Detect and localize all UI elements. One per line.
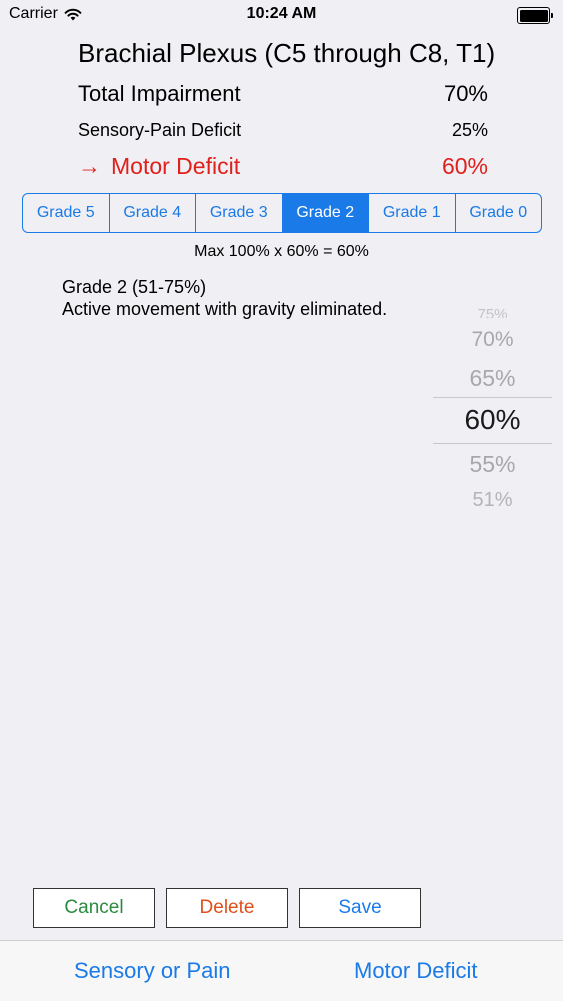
picker-option-selected[interactable]: 60% xyxy=(433,404,552,436)
arrow-right-icon: → xyxy=(78,153,101,179)
sensory-deficit-row: Sensory-Pain Deficit 25% xyxy=(78,120,488,141)
picker-option[interactable]: 65% xyxy=(433,365,552,392)
segment-grade-5[interactable]: Grade 5 xyxy=(23,194,110,232)
motor-deficit-label-group: → Motor Deficit xyxy=(78,153,240,180)
delete-button[interactable]: Delete xyxy=(166,888,288,928)
motor-deficit-row: → Motor Deficit 60% xyxy=(78,153,488,180)
tab-sensory-or-pain[interactable]: Sensory or Pain xyxy=(74,958,231,984)
picker-selection-line xyxy=(433,397,552,398)
segment-grade-2[interactable]: Grade 2 xyxy=(282,194,369,232)
tab-bar: Sensory or Pain Motor Deficit xyxy=(0,940,563,1001)
grade-info-title: Grade 2 (51-75%) xyxy=(62,277,207,297)
picker-option[interactable]: 55% xyxy=(433,451,552,478)
grade-segmented-control: Grade 5 Grade 4 Grade 3 Grade 2 Grade 1 … xyxy=(22,193,542,233)
picker-selection-line xyxy=(433,443,552,444)
grade-info: Grade 2 (51-75%) Active movement with gr… xyxy=(62,276,387,320)
battery-icon xyxy=(517,7,553,24)
grade-info-description: Active movement with gravity eliminated. xyxy=(62,299,388,319)
formula-text: Max 100% x 60% = 60% xyxy=(194,243,369,260)
sensory-deficit-value: 25% xyxy=(451,120,488,140)
segment-grade-0[interactable]: Grade 0 xyxy=(456,194,542,232)
segment-grade-1[interactable]: Grade 1 xyxy=(369,194,456,232)
tab-motor-deficit[interactable]: Motor Deficit xyxy=(354,958,477,984)
picker-option[interactable]: 75% xyxy=(433,306,552,318)
motor-deficit-label: Motor Deficit xyxy=(111,153,241,179)
page-title: Brachial Plexus (C5 through C8, T1) xyxy=(78,38,496,68)
picker-option[interactable]: 51% xyxy=(433,489,552,512)
sensory-deficit-label: Sensory-Pain Deficit xyxy=(78,120,242,140)
status-time: 10:24 AM xyxy=(246,5,317,22)
save-button[interactable]: Save xyxy=(299,888,421,928)
cancel-button[interactable]: Cancel xyxy=(33,888,155,928)
total-impairment-label: Total Impairment xyxy=(78,81,241,106)
segment-grade-3[interactable]: Grade 3 xyxy=(196,194,283,232)
segment-grade-4[interactable]: Grade 4 xyxy=(110,194,196,232)
motor-deficit-value: 60% xyxy=(441,153,488,179)
percent-picker[interactable]: 75% 70% 65% 60% 55% 51% xyxy=(433,300,552,520)
total-impairment-row: Total Impairment 70% xyxy=(78,81,488,107)
total-impairment-value: 70% xyxy=(443,81,488,106)
picker-option[interactable]: 70% xyxy=(433,328,552,352)
status-bar: Carrier 10:24 AM xyxy=(0,0,563,30)
